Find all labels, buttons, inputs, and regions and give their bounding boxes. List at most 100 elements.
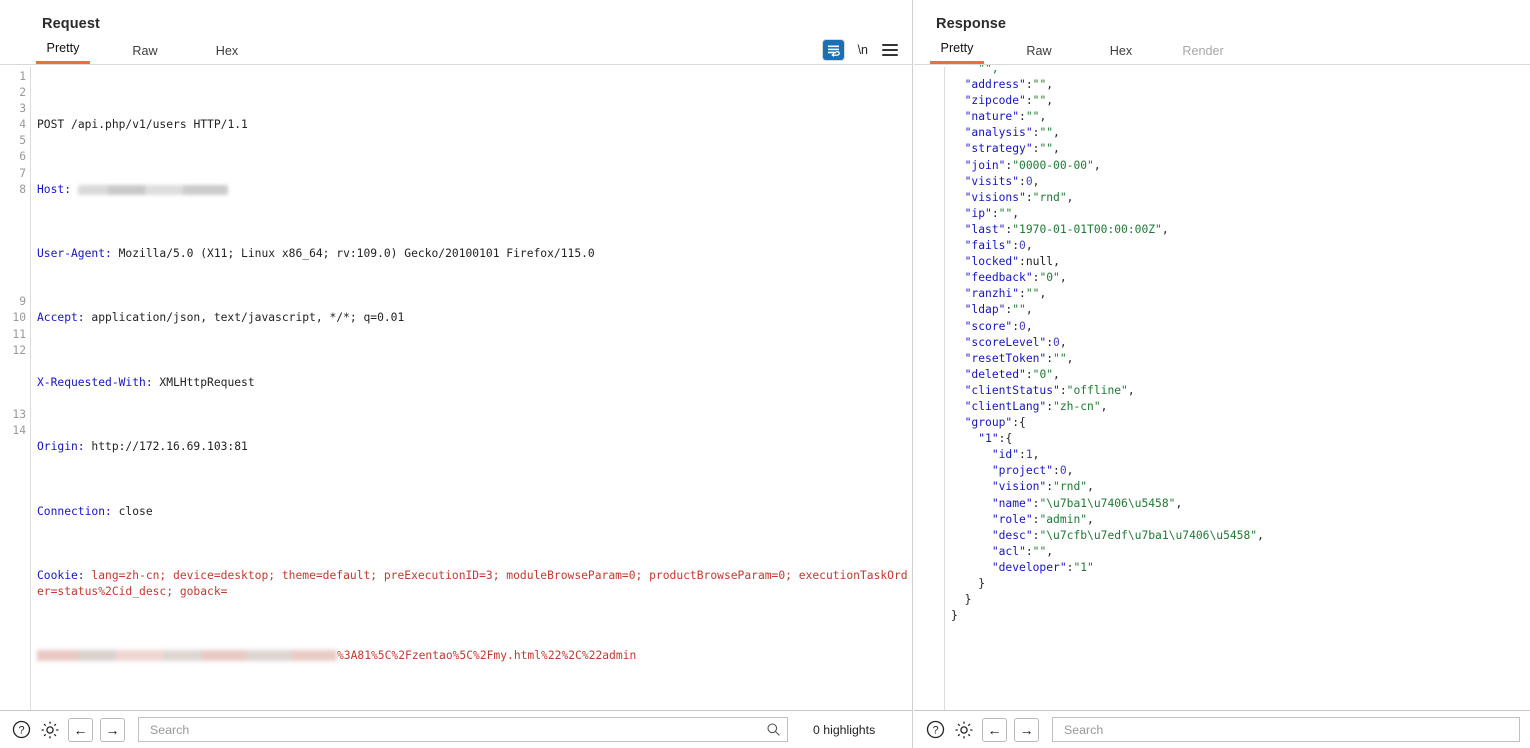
gear-icon[interactable] [953, 719, 975, 741]
search-icon[interactable] [766, 722, 781, 737]
response-bottom-toolbar: ? ← → [914, 710, 1530, 748]
line-number: 5 [19, 134, 26, 148]
response-json-line: "desc":"\u7cfb\u7edf\u7ba1\u7406\u5458", [991, 528, 1264, 542]
json-key: "deleted" [964, 367, 1026, 381]
gear-icon[interactable] [39, 719, 61, 741]
json-key: "visions" [964, 190, 1026, 204]
response-message-body[interactable]: "", "address":"", "zipcode":"", "nature"… [945, 65, 1530, 710]
response-json-line: "zipcode":"", [964, 94, 1054, 108]
response-json-line: "fails":0, [964, 239, 1033, 253]
json-value: { [1019, 416, 1026, 430]
json-value: null [1025, 255, 1054, 269]
json-value: "0000-00-00" [1012, 158, 1094, 172]
tab-response-hex[interactable]: Hex [1094, 44, 1148, 64]
request-line-2: Host: [37, 182, 912, 198]
header-value-accept: application/json, text/javascript, */*; … [84, 311, 405, 325]
request-line-8-cookie: Cookie: lang=zh-cn; device=desktop; them… [37, 568, 912, 600]
json-key: "nature" [964, 110, 1020, 124]
line-number [0, 246, 26, 262]
json-value: "" [1012, 303, 1026, 317]
request-code-area[interactable]: 1 2 3 4 5 6 7 8 9 10 11 12 13 14 POST /a… [0, 65, 912, 710]
json-value: 0 [1019, 319, 1026, 333]
line-number: 6 [19, 150, 26, 164]
response-json-line: "role":"admin", [991, 512, 1094, 526]
response-code-area[interactable]: "", "address":"", "zipcode":"", "nature"… [914, 65, 1530, 710]
line-number [0, 262, 26, 278]
redacted-region [37, 650, 337, 662]
json-value: { [1005, 432, 1013, 446]
json-key: "score" [964, 319, 1013, 333]
line-number [0, 391, 26, 407]
header-value-x-requested-with: XMLHttpRequest [152, 375, 255, 389]
line-number: 12 [12, 343, 26, 357]
json-value: 0 [1053, 335, 1060, 349]
tab-request-pretty[interactable]: Pretty [36, 41, 90, 64]
tab-response-pretty[interactable]: Pretty [930, 41, 984, 64]
json-value: "rnd" [1053, 480, 1088, 494]
request-message-body[interactable]: POST /api.php/v1/users HTTP/1.1 Host: Us… [31, 65, 912, 710]
search-forward-button[interactable]: → [1014, 717, 1039, 742]
line-number: 1 [19, 70, 26, 83]
tab-request-hex[interactable]: Hex [200, 44, 254, 64]
search-back-button[interactable]: ← [982, 717, 1007, 742]
json-value: "" [1039, 126, 1054, 140]
header-name-host: Host: [37, 182, 72, 196]
request-line-8-redacted-a: %3A81%5C%2Fzentao%5C%2Fmy.html%22%2C%22a… [37, 648, 912, 664]
request-search-box[interactable] [138, 717, 788, 742]
json-key: "join" [964, 158, 1006, 172]
header-name-cookie: Cookie: [37, 568, 85, 582]
request-panel-title: Request [42, 16, 100, 32]
search-forward-button[interactable]: → [100, 717, 125, 742]
tab-request-raw[interactable]: Raw [118, 44, 172, 64]
response-json-line: "score":0, [964, 319, 1033, 333]
word-wrap-icon[interactable] [822, 40, 844, 60]
response-json-line: "clientLang":"zh-cn", [964, 399, 1108, 413]
request-search-input[interactable] [148, 721, 766, 738]
response-json-line: "scoreLevel":0, [964, 335, 1067, 349]
request-line-numbers: 1 2 3 4 5 6 7 8 9 10 11 12 13 14 [0, 65, 30, 710]
request-line-7: Connection: close [37, 504, 912, 520]
help-icon[interactable]: ? [924, 719, 946, 741]
help-icon[interactable]: ? [10, 719, 32, 741]
response-search-input[interactable] [1062, 721, 1513, 738]
search-back-button[interactable]: ← [68, 717, 93, 742]
header-name-user-agent: User-Agent: [37, 247, 112, 261]
json-key: "group" [964, 416, 1013, 430]
json-value: "" [1039, 142, 1054, 156]
response-json-line: "last":"1970-01-01T00:00:00Z", [964, 222, 1169, 236]
response-json-line: "clientStatus":"offline", [964, 383, 1135, 397]
request-line-4: Accept: application/json, text/javascrip… [37, 310, 912, 326]
json-key: "vision" [991, 480, 1047, 494]
json-value: "" [1025, 110, 1040, 124]
json-key: "zipcode" [964, 94, 1026, 108]
response-json-line: "feedback":"0", [964, 271, 1067, 285]
json-value: "zh-cn" [1053, 399, 1101, 413]
tab-response-raw[interactable]: Raw [1012, 44, 1066, 64]
json-key: "locked" [964, 255, 1020, 269]
response-json-line: "group":{ [964, 416, 1026, 430]
json-value: "\u7cfb\u7edf\u7ba1\u7406\u5458" [1039, 528, 1258, 542]
response-json-line: "strategy":"", [964, 142, 1060, 156]
json-key: "resetToken" [964, 351, 1047, 365]
response-json-line: "resetToken":"", [964, 351, 1074, 365]
header-name-origin: Origin: [37, 440, 85, 454]
line-number [0, 278, 26, 294]
http-method: POST [37, 118, 65, 132]
json-key: "developer" [991, 560, 1067, 574]
line-number: 2 [19, 86, 26, 100]
header-value-connection: close [111, 504, 153, 518]
line-number: 14 [12, 424, 26, 438]
response-panel-title: Response [936, 16, 1007, 32]
json-value: "1" [1073, 560, 1094, 574]
newline-toggle-icon[interactable]: \n [858, 43, 868, 57]
request-tab-icons: \n [822, 40, 898, 60]
hamburger-menu-icon[interactable] [882, 44, 898, 56]
line-number: 8 [19, 182, 26, 196]
json-key: "ranzhi" [964, 287, 1020, 301]
json-value: "1970-01-01T00:00:00Z" [1012, 222, 1162, 236]
response-search-box[interactable] [1052, 717, 1520, 742]
response-json-line: } [951, 592, 1530, 608]
redacted-host-value [77, 184, 228, 195]
json-value: "" [1025, 287, 1040, 301]
line-number: 4 [19, 118, 26, 132]
